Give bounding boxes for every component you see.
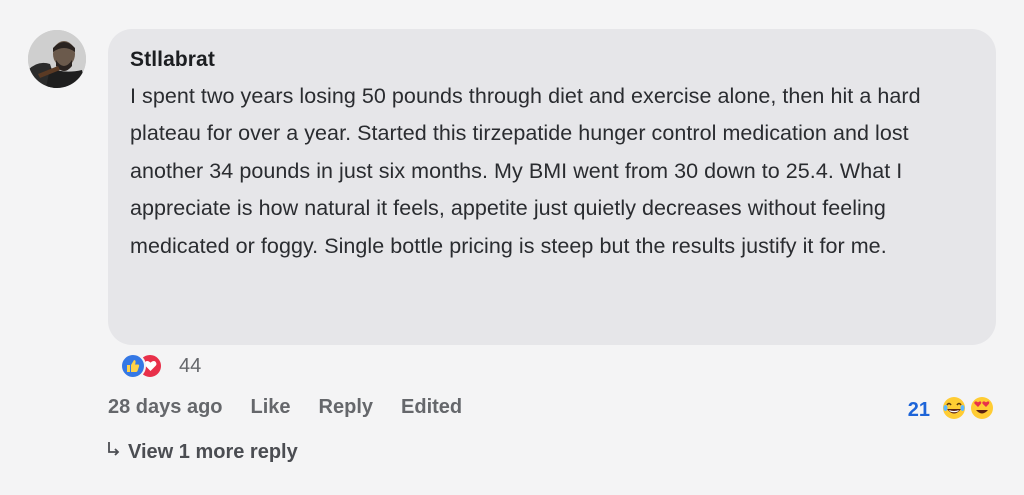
like-button[interactable]: Like [251,396,291,419]
reaction-summary[interactable]: 44 [120,352,201,380]
reaction-count: 44 [179,354,202,377]
comment-actions: 28 days ago Like Reply Edited [108,396,462,419]
comment-bubble: Stllabrat I spent two years losing 50 po… [108,29,996,345]
laughing-emoji-icon [942,396,966,425]
thumbs-up-icon [120,353,146,379]
view-more-replies-button[interactable]: View 1 more reply [106,440,298,464]
reply-reactions[interactable]: 21 [908,396,994,425]
reply-reaction-count: 21 [907,399,930,421]
avatar-image [28,30,86,88]
edited-label[interactable]: Edited [401,396,462,419]
avatar[interactable] [28,30,86,88]
view-more-label: View 1 more reply [128,440,298,463]
comment-text: I spent two years losing 50 pounds throu… [130,84,921,258]
comment-author[interactable]: Stllabrat [130,46,974,74]
reply-arrow-icon [106,440,122,464]
timestamp-link[interactable]: 28 days ago [108,396,223,419]
heart-eyes-emoji-icon [970,396,994,425]
reply-button[interactable]: Reply [319,396,373,419]
